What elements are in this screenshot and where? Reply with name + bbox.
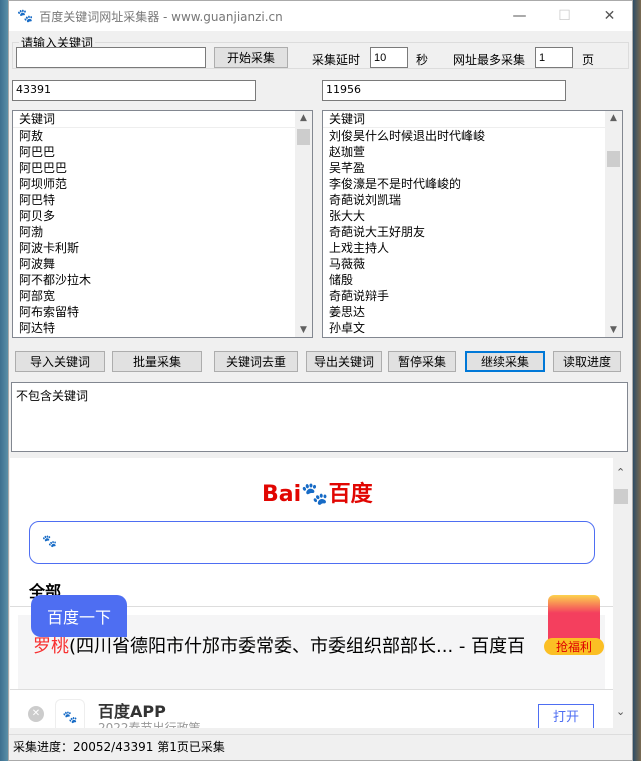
list-item[interactable]: 孙卓文 [323,320,622,336]
app-banner: ✕ 🐾 百度APP 2022春节出行政策 打开 [10,689,613,728]
list-item[interactable]: 奇葩说辩手 [323,288,622,304]
list-header: 关键词 [323,111,622,128]
export-keywords-button[interactable]: 导出关键词 [306,351,382,372]
maximize-button[interactable]: ☐ [542,8,587,24]
list-item[interactable]: 上戏主持人 [323,240,622,256]
left-keyword-list[interactable]: 关键词 ▲ ▼ 阿敖 阿巴巴 阿巴巴巴 阿坝师范 阿巴特 阿贝多 阿渤 阿波卡利斯 阿波舞 阿不都沙… [12,110,313,338]
list-item[interactable]: 阿渤 [13,224,312,240]
continue-collect-button[interactable]: 继续采集 [465,351,545,372]
open-app-button[interactable]: 打开 [538,704,594,728]
web-scrollbar[interactable]: ⌃ ⌄ [613,458,630,728]
scrollbar[interactable]: ▲ ▼ [605,111,622,337]
list-item[interactable]: 刘俊昊什么时候退出时代峰峻 [323,128,622,144]
list-item[interactable]: 阿巴巴 [13,144,312,160]
list-item[interactable]: 吴芊盈 [323,160,622,176]
left-count-field[interactable]: 43391 [12,80,256,101]
list-item[interactable]: 奇葩说大王好朋友 [323,224,622,240]
list-item[interactable]: 马薇薇 [323,256,622,272]
app-window: 🐾 百度关键词网址采集器 - www.guanjianzi.cn — ☐ ✕ 请… [8,0,633,761]
right-keyword-list[interactable]: 关键词 ▲ ▼ 刘俊昊什么时候退出时代峰峻 赵珈萱 吴芊盈 李俊濠是不是时代峰峻的 奇葩说… [322,110,623,338]
list-item[interactable]: 阿坝师范 [13,176,312,192]
start-collect-button[interactable]: 开始采集 [214,47,288,68]
baidu-app-icon: 🐾 [55,699,85,728]
list-item[interactable]: 阿巴巴巴 [13,160,312,176]
list-item[interactable]: 阿波舞 [13,256,312,272]
list-item[interactable]: 奇葩说刘凯瑞 [323,192,622,208]
list-item[interactable]: 阿贝多 [13,208,312,224]
list-item[interactable]: 阿巴特 [13,192,312,208]
list-item[interactable]: 赵珈萱 [323,144,622,160]
list-item[interactable]: 阿波卡利斯 [13,240,312,256]
welfare-badge[interactable]: 抢福利 [544,595,604,655]
close-button[interactable]: ✕ [587,8,632,24]
right-count-field[interactable]: 11956 [322,80,566,101]
minimize-button[interactable]: — [497,8,542,24]
paw-icon: 🐾 [42,534,57,548]
delay-label: 采集延时 [312,53,361,67]
list-item[interactable]: 姜思达 [323,304,622,320]
dedupe-keywords-button[interactable]: 关键词去重 [214,351,298,372]
list-item[interactable]: 李俊濠是不是时代峰峻的 [323,176,622,192]
delay-input[interactable] [370,47,408,68]
list-item[interactable]: 阿敖 [13,128,312,144]
status-bar: 采集进度：20052/43391 第1页已采集 [9,734,632,760]
window-title: 百度关键词网址采集器 - www.guanjianzi.cn [39,9,283,24]
scrollbar[interactable]: ▲ ▼ [295,111,312,337]
max-pages-input[interactable] [535,47,573,68]
list-item[interactable]: 阿达特 [13,320,312,336]
status-text: 采集进度：20052/43391 第1页已采集 [13,740,225,754]
max-pages-label: 网址最多采集 [453,53,526,67]
close-banner-icon[interactable]: ✕ [28,706,44,722]
list-item[interactable]: 阿不都沙拉木 [13,272,312,288]
baidu-paw-icon: 🐾 [17,8,34,24]
list-header: 关键词 [13,111,312,128]
title-bar: 🐾 百度关键词网址采集器 - www.guanjianzi.cn — ☐ ✕ [9,1,632,31]
list-item[interactable]: 张大大 [323,208,622,224]
delay-unit: 秒 [416,53,429,67]
max-pages-unit: 页 [582,53,595,67]
list-item[interactable]: 阿布索留特 [13,304,312,320]
pause-collect-button[interactable]: 暂停采集 [388,351,456,372]
exclude-keywords-textarea[interactable]: 不包含关键词 [11,382,628,452]
keyword-input[interactable] [16,47,206,68]
list-item[interactable]: 储殷 [323,272,622,288]
web-browser-view: Bai🐾百度 🐾 全部 罗桃(四川省德阳市什邡市委常委、市委组织部部长... -… [10,458,613,728]
baidu-logo: Bai🐾百度 [262,482,373,507]
list-item[interactable]: 阿部宽 [13,288,312,304]
search-button[interactable]: 百度一下 [31,595,127,637]
app-subtitle: 2022春节出行政策 [98,721,201,728]
search-box[interactable]: 🐾 [29,521,595,564]
load-progress-button[interactable]: 读取进度 [553,351,621,372]
import-keywords-button[interactable]: 导入关键词 [15,351,105,372]
batch-collect-button[interactable]: 批量采集 [112,351,202,372]
